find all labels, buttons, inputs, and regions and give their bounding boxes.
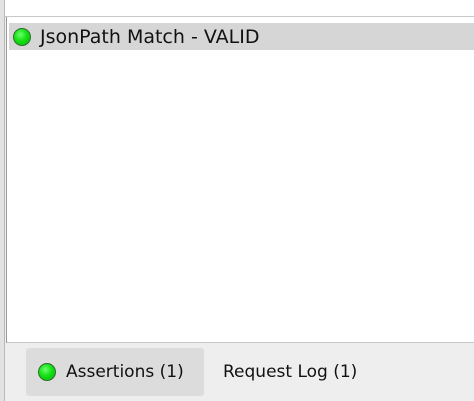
tab-request-log[interactable]: Request Log (1) <box>223 348 383 396</box>
bottom-tab-bar: Assertions (1) Request Log (1) <box>6 343 474 401</box>
assertions-list: JsonPath Match - VALID <box>6 17 474 343</box>
top-border <box>0 0 474 17</box>
left-border <box>0 0 5 401</box>
tab-assertions[interactable]: Assertions (1) <box>26 348 204 396</box>
green-status-dot-icon <box>13 27 31 46</box>
test-step-window: JsonPath Match - VALID Assertions (1) Re… <box>0 0 474 401</box>
assertion-row[interactable]: JsonPath Match - VALID <box>9 23 474 50</box>
assertion-label: JsonPath Match - VALID <box>40 25 260 48</box>
tab-request-log-label: Request Log (1) <box>223 362 358 382</box>
green-status-dot-icon <box>38 363 56 381</box>
tab-assertions-label: Assertions (1) <box>66 362 184 382</box>
